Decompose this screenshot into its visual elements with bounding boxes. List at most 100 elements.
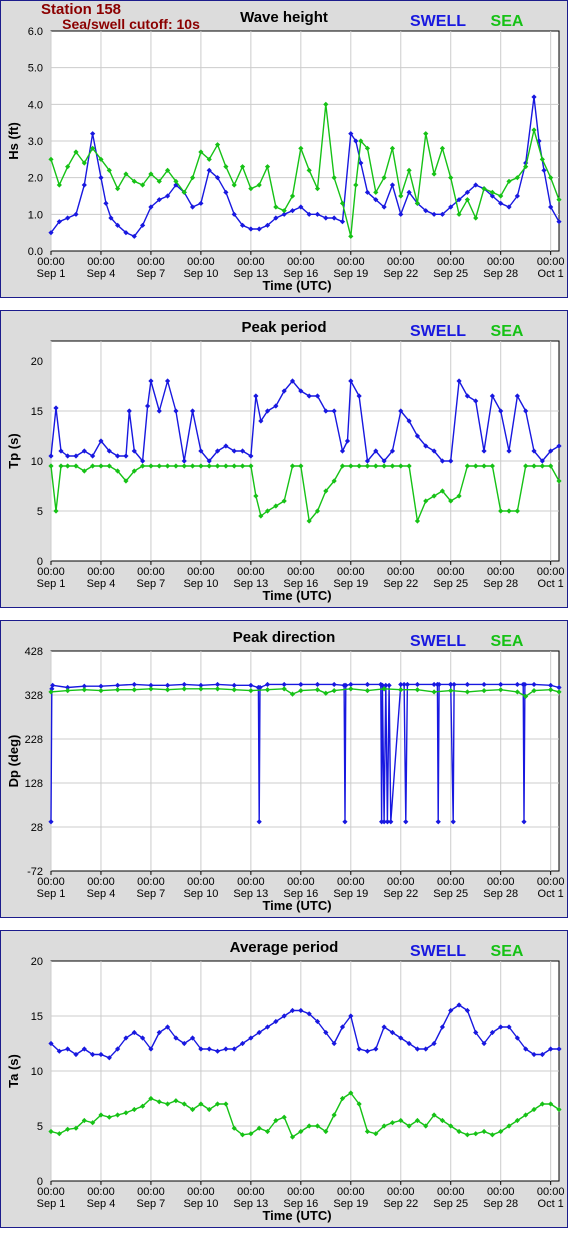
y-tick-label: 20 xyxy=(31,356,43,368)
x-tick-time-label: 00:00 xyxy=(187,256,215,268)
y-tick-label: 228 xyxy=(25,734,43,746)
average-period-chart: 0510152000:00Sep 100:00Sep 400:00Sep 700… xyxy=(6,939,565,1223)
x-tick-date-label: Sep 28 xyxy=(483,888,518,900)
chart-title: Average period xyxy=(230,939,339,956)
y-tick-label: 5 xyxy=(37,506,43,518)
x-tick-date-label: Sep 1 xyxy=(37,578,66,590)
x-tick-date-label: Sep 10 xyxy=(183,888,218,900)
x-tick-date-label: Sep 28 xyxy=(483,268,518,280)
x-tick-time-label: 00:00 xyxy=(37,876,65,888)
y-tick-label: 20 xyxy=(31,956,43,968)
y-tick-label: 4.0 xyxy=(28,99,43,111)
y-axis-label: Ta (s) xyxy=(6,1054,21,1088)
y-tick-label: 1.0 xyxy=(28,209,43,221)
x-tick-date-label: Sep 1 xyxy=(37,268,66,280)
y-tick-label: 5 xyxy=(37,1121,43,1133)
peak-direction-chart: -722812822832842800:00Sep 100:00Sep 400:… xyxy=(6,629,564,913)
x-tick-time-label: 00:00 xyxy=(537,256,565,268)
x-tick-time-label: 00:00 xyxy=(287,256,315,268)
x-tick-date-label: Oct 1 xyxy=(538,578,564,590)
x-tick-date-label: Sep 25 xyxy=(433,578,468,590)
legend-swell: SWELL xyxy=(410,323,466,340)
x-tick-date-label: Sep 28 xyxy=(483,1198,518,1210)
x-tick-date-label: Sep 4 xyxy=(87,1198,116,1210)
x-tick-date-label: Sep 7 xyxy=(137,888,166,900)
y-axis-label: Tp (s) xyxy=(6,433,21,468)
x-tick-time-label: 00:00 xyxy=(337,876,365,888)
peak-direction-panel: -72 28 128 228 328 428 00:00 Sep 1 00:00 Sep 4 00:… xyxy=(0,620,568,918)
x-tick-time-label: 00:00 xyxy=(37,256,65,268)
x-tick-time-label: 00:00 xyxy=(537,1186,565,1198)
y-axis-label: Dp (deg) xyxy=(6,735,21,788)
y-tick-label: 10 xyxy=(31,1066,43,1078)
chart-title: Peak direction xyxy=(233,629,336,646)
average-period-panel: 0 5 10 15 20 00:00 Sep 1 00:00 Sep 4 00:00 Sep 7 00… xyxy=(0,930,568,1228)
x-tick-time-label: 00:00 xyxy=(537,566,565,578)
x-tick-time-label: 00:00 xyxy=(237,876,265,888)
x-tick-time-label: 00:00 xyxy=(137,256,165,268)
x-tick-time-label: 00:00 xyxy=(187,566,215,578)
x-tick-date-label: Sep 4 xyxy=(87,578,116,590)
station-title: Station 158 xyxy=(40,1,122,18)
x-tick-date-label: Sep 7 xyxy=(137,578,166,590)
x-tick-date-label: Sep 10 xyxy=(183,578,218,590)
y-tick-label: 10 xyxy=(31,456,43,468)
x-tick-date-label: Sep 25 xyxy=(433,888,468,900)
x-tick-time-label: 00:00 xyxy=(237,566,265,578)
x-tick-date-label: Sep 1 xyxy=(37,1198,66,1210)
x-tick-date-label: Sep 19 xyxy=(333,578,368,590)
x-tick-time-label: 00:00 xyxy=(87,256,115,268)
x-tick-date-label: Sep 4 xyxy=(87,268,116,280)
x-tick-time-label: 00:00 xyxy=(437,876,465,888)
x-tick-time-label: 00:00 xyxy=(87,1186,115,1198)
x-tick-date-label: Sep 22 xyxy=(383,1198,418,1210)
x-tick-date-label: Oct 1 xyxy=(538,268,564,280)
peak-period-panel: 0 5 10 15 20 00:00 Sep 1 00:00 Sep 4 00:00 Sep 7 00… xyxy=(0,310,568,608)
x-tick-date-label: Sep 28 xyxy=(483,578,518,590)
x-tick-time-label: 00:00 xyxy=(337,1186,365,1198)
x-tick-date-label: Sep 22 xyxy=(383,578,418,590)
x-axis-label: Time (UTC) xyxy=(262,1208,331,1223)
x-tick-time-label: 00:00 xyxy=(437,566,465,578)
legend-swell: SWELL xyxy=(410,13,466,30)
x-tick-date-label: Sep 25 xyxy=(433,268,468,280)
legend-sea: SEA xyxy=(491,943,524,960)
y-tick-label: 15 xyxy=(31,1011,43,1023)
legend-sea: SEA xyxy=(491,633,524,650)
x-tick-time-label: 00:00 xyxy=(87,566,115,578)
y-tick-label: 328 xyxy=(25,690,43,702)
x-tick-time-label: 00:00 xyxy=(137,1186,165,1198)
x-tick-date-label: Sep 10 xyxy=(183,268,218,280)
x-tick-date-label: Oct 1 xyxy=(538,888,564,900)
x-tick-time-label: 00:00 xyxy=(487,256,515,268)
x-tick-time-label: 00:00 xyxy=(387,256,415,268)
x-tick-time-label: 00:00 xyxy=(387,1186,415,1198)
x-tick-time-label: 00:00 xyxy=(87,876,115,888)
x-tick-time-label: 00:00 xyxy=(237,256,265,268)
y-axis-label: Hs (ft) xyxy=(6,122,21,160)
x-tick-time-label: 00:00 xyxy=(437,256,465,268)
x-tick-time-label: 00:00 xyxy=(237,1186,265,1198)
x-tick-time-label: 00:00 xyxy=(387,876,415,888)
x-tick-date-label: Sep 22 xyxy=(383,888,418,900)
x-axis-label: Time (UTC) xyxy=(262,898,331,913)
x-tick-time-label: 00:00 xyxy=(187,876,215,888)
legend-sea: SEA xyxy=(491,323,524,340)
x-tick-time-label: 00:00 xyxy=(387,566,415,578)
x-tick-date-label: Sep 19 xyxy=(333,268,368,280)
y-tick-label: 28 xyxy=(31,822,43,834)
x-tick-date-label: Sep 19 xyxy=(333,888,368,900)
x-tick-date-label: Sep 22 xyxy=(383,268,418,280)
x-tick-time-label: 00:00 xyxy=(487,876,515,888)
peak-period-chart: 0510152000:00Sep 100:00Sep 400:00Sep 700… xyxy=(6,319,565,603)
x-tick-time-label: 00:00 xyxy=(37,1186,65,1198)
x-tick-date-label: Sep 10 xyxy=(183,1198,218,1210)
x-tick-date-label: Sep 25 xyxy=(433,1198,468,1210)
wave-height-chart: 0.01.02.03.04.05.06.000:00Sep 100:00Sep … xyxy=(6,9,565,293)
y-tick-label: 5.0 xyxy=(28,63,43,75)
x-tick-time-label: 00:00 xyxy=(137,566,165,578)
chart-title: Peak period xyxy=(241,319,326,336)
x-tick-time-label: 00:00 xyxy=(337,256,365,268)
x-tick-time-label: 00:00 xyxy=(437,1186,465,1198)
x-tick-time-label: 00:00 xyxy=(287,876,315,888)
